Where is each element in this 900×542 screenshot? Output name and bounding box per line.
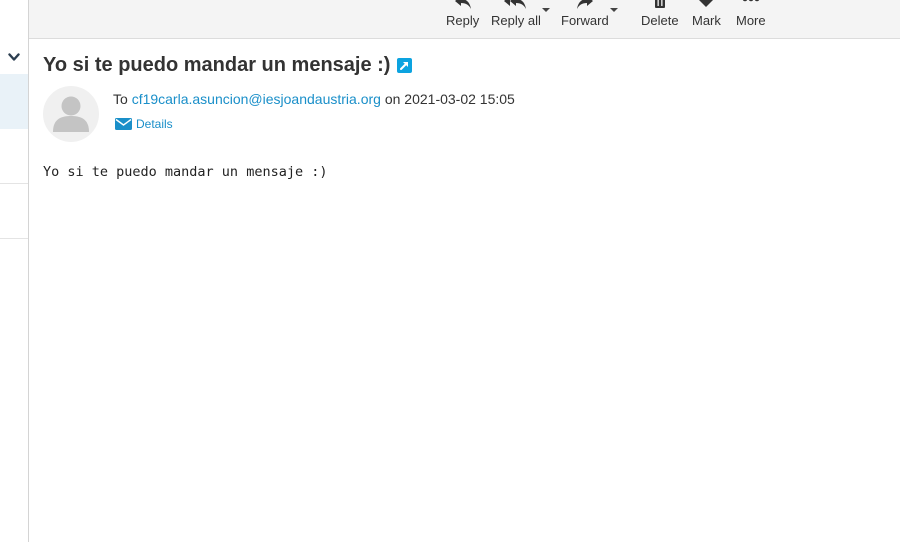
forward-label: Forward bbox=[561, 13, 609, 28]
message-subject: Yo si te puedo mandar un mensaje :) bbox=[43, 54, 413, 77]
reply-label: Reply bbox=[446, 13, 480, 28]
delete-button[interactable]: Delete bbox=[641, 0, 679, 39]
open-in-new-window-icon bbox=[400, 62, 409, 70]
date-prefix: on bbox=[384, 91, 401, 107]
more-button[interactable]: More bbox=[736, 0, 766, 39]
recipient-link[interactable]: cf19carla.asuncion@iesjoandaustria.org bbox=[132, 91, 381, 107]
forward-button[interactable]: Forward bbox=[561, 0, 609, 39]
open-in-new-window-button[interactable] bbox=[397, 58, 413, 73]
heart-icon bbox=[699, 0, 714, 7]
message-body: Yo si te puedo mandar un mensaje :) bbox=[43, 164, 328, 180]
message-header: To cf19carla.asuncion@iesjoandaustria.or… bbox=[113, 91, 515, 107]
message-list-pane bbox=[0, 0, 29, 542]
forward-icon bbox=[576, 0, 593, 9]
message-date: 2021-03-02 15:05 bbox=[404, 91, 515, 107]
user-silhouette-icon bbox=[53, 96, 89, 132]
envelope-icon bbox=[115, 118, 132, 130]
more-label: More bbox=[736, 13, 766, 28]
mark-label: Mark bbox=[692, 13, 721, 28]
list-item-selected[interactable] bbox=[0, 74, 28, 129]
reply-all-dropdown-caret[interactable] bbox=[542, 8, 550, 12]
trash-icon bbox=[654, 0, 665, 8]
reply-all-label: Reply all bbox=[491, 13, 541, 28]
collapse-toggle[interactable] bbox=[0, 40, 28, 74]
delete-label: Delete bbox=[641, 13, 679, 28]
reply-all-button[interactable]: Reply all bbox=[491, 0, 541, 39]
avatar bbox=[43, 86, 99, 142]
mark-button[interactable]: Mark bbox=[692, 0, 721, 39]
forward-dropdown-caret[interactable] bbox=[610, 8, 618, 12]
details-label: Details bbox=[136, 117, 173, 131]
message-toolbar: Reply Reply all Forward Delete Mark More bbox=[29, 0, 900, 39]
list-item[interactable] bbox=[0, 129, 28, 184]
details-toggle[interactable]: Details bbox=[115, 117, 173, 131]
to-prefix: To bbox=[113, 91, 128, 107]
ellipsis-icon bbox=[742, 0, 759, 2]
chevron-down-icon[interactable] bbox=[8, 52, 20, 62]
reply-button[interactable]: Reply bbox=[446, 0, 479, 39]
subject-text: Yo si te puedo mandar un mensaje :) bbox=[43, 54, 391, 76]
list-item[interactable] bbox=[0, 184, 28, 239]
reply-all-icon bbox=[503, 0, 526, 9]
reply-icon bbox=[454, 0, 471, 9]
